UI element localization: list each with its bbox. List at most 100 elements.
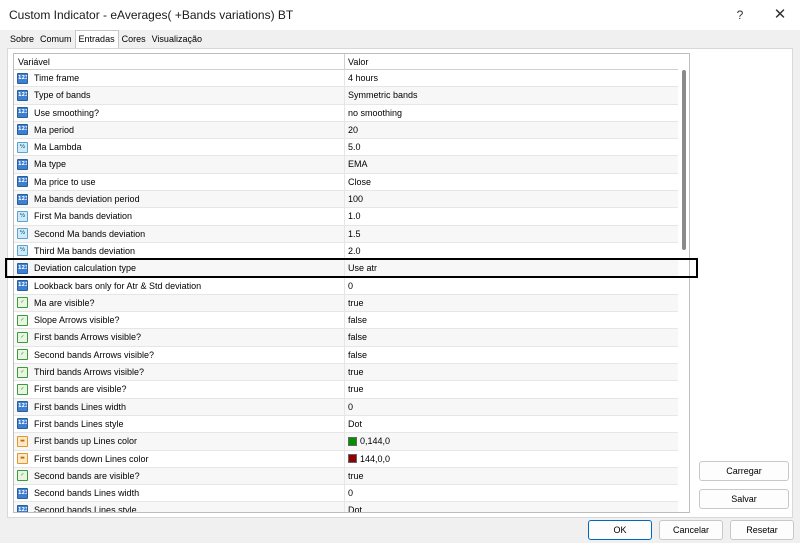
load-button[interactable]: Carregar	[699, 461, 789, 481]
parameter-value-text: 4 hours	[348, 73, 379, 83]
close-button[interactable]: ✕	[768, 5, 792, 25]
table-row[interactable]: ✓ Second bands Arrows visible? false	[14, 346, 678, 365]
parameter-value[interactable]: 4 hours	[348, 73, 378, 83]
parameter-value[interactable]: 100	[348, 194, 363, 204]
parameter-value[interactable]: false	[348, 332, 367, 342]
parameter-value[interactable]: 0	[348, 402, 353, 412]
parameter-value-text: true	[348, 297, 364, 308]
table-row[interactable]: 123 Ma bands deviation period 100	[14, 191, 678, 209]
parameter-name: First Ma bands deviation	[34, 211, 133, 222]
color-icon: ▬	[17, 453, 28, 465]
parameter-value[interactable]: true	[348, 471, 364, 481]
column-header-variable[interactable]: Variável	[18, 57, 50, 67]
reset-button[interactable]: Resetar	[730, 520, 794, 540]
parameter-value-text: false	[348, 315, 368, 326]
integer-icon: 123	[17, 504, 28, 512]
double-icon: ½	[17, 210, 28, 222]
inputs-grid: Variável Valor 123 Time frame 4 hours 123 Ty…	[13, 53, 690, 513]
integer-icon: 123	[17, 176, 28, 188]
parameter-value[interactable]: true	[348, 367, 364, 377]
parameter-value-text: 100	[348, 194, 364, 205]
save-button[interactable]: Salvar	[699, 489, 789, 509]
integer-icon: 123	[17, 107, 28, 119]
table-row[interactable]: 123 Ma type EMA	[14, 156, 678, 174]
parameter-value[interactable]: false	[348, 315, 367, 325]
parameter-value[interactable]: 144,0,0	[348, 454, 390, 464]
table-row[interactable]: 123 Ma period 20	[14, 121, 678, 140]
parameter-value[interactable]: no smoothing	[348, 108, 402, 118]
parameter-value-text: Close	[348, 176, 372, 187]
column-divider	[344, 191, 345, 208]
parameter-name: Ma period	[34, 124, 75, 135]
table-row[interactable]: ✓ Slope Arrows visible? false	[14, 312, 678, 330]
parameter-value-text: 0,144,0	[360, 436, 391, 447]
tab-comum[interactable]: Comum	[37, 32, 75, 48]
parameter-value-text: Dot	[348, 505, 363, 513]
table-row[interactable]: ½ Second Ma bands deviation 1.5	[14, 225, 678, 243]
table-row[interactable]: ▬ First bands up Lines color 0,144,0	[14, 433, 678, 451]
column-header-value[interactable]: Valor	[348, 57, 368, 67]
table-row[interactable]: ✓ Third bands Arrows visible? true	[14, 364, 678, 382]
table-row[interactable]: ✓ Second bands are visible? true	[14, 467, 678, 486]
table-row[interactable]: ½ First Ma bands deviation 1.0	[14, 208, 678, 226]
parameter-value[interactable]: Dot	[348, 419, 362, 429]
vertical-scrollbar[interactable]	[678, 54, 689, 512]
tab-visualiza-o[interactable]: Visualização	[149, 32, 205, 48]
parameter-value[interactable]: EMA	[348, 159, 368, 169]
parameter-value[interactable]: 20	[348, 125, 358, 135]
table-row[interactable]: 123 First bands Lines width 0	[14, 398, 678, 416]
parameter-value[interactable]: Symmetric bands	[348, 90, 418, 100]
parameter-name: Ma Lambda	[34, 142, 82, 153]
table-row[interactable]: 123 Use smoothing? no smoothing	[14, 104, 678, 122]
double-icon: ½	[17, 228, 28, 240]
table-row[interactable]: 123 Deviation calculation type Use atr	[14, 260, 678, 278]
parameter-value-text: 5.0	[348, 142, 361, 153]
help-button[interactable]: ?	[728, 5, 752, 25]
table-row[interactable]: ▬ First bands down Lines color 144,0,0	[14, 450, 678, 468]
parameter-value[interactable]: Use atr	[348, 263, 377, 273]
tab-entradas[interactable]: Entradas	[74, 30, 119, 48]
table-row[interactable]: ½ Third Ma bands deviation 2.0	[14, 242, 678, 261]
table-row[interactable]: ✓ First bands Arrows visible? false	[14, 329, 678, 347]
parameter-value-text: 20	[348, 124, 359, 135]
parameter-value[interactable]: 0,144,0	[348, 436, 390, 446]
parameter-value[interactable]: 1.0	[348, 211, 361, 221]
table-row[interactable]: 123 Lookback bars only for Atr & Std devi…	[14, 277, 678, 295]
table-row[interactable]: 123 Ma price to use Close	[14, 173, 678, 192]
tab-sobre[interactable]: Sobre	[7, 32, 37, 48]
column-divider	[344, 104, 345, 121]
column-divider	[344, 277, 345, 294]
table-row[interactable]: ½ Ma Lambda 5.0	[14, 139, 678, 157]
parameter-value[interactable]: Close	[348, 177, 371, 187]
color-swatch[interactable]	[348, 454, 357, 464]
cancel-button[interactable]: Cancelar	[659, 520, 723, 540]
parameter-value[interactable]: 5.0	[348, 142, 361, 152]
parameter-value[interactable]: false	[348, 350, 367, 360]
table-row[interactable]: ✓ First bands are visible? true	[14, 381, 678, 399]
column-divider	[344, 173, 345, 191]
column-divider[interactable]	[344, 54, 345, 70]
parameter-value[interactable]: 2.0	[348, 246, 361, 256]
table-row[interactable]: 123 Second bands Lines style Dot	[14, 502, 678, 513]
table-row[interactable]: ✓ Ma are visible? true	[14, 294, 678, 313]
column-divider	[344, 208, 345, 225]
parameter-value[interactable]: 0	[348, 281, 353, 291]
parameter-value-text: 0	[348, 488, 354, 499]
title-bar: Custom Indicator - eAverages( +Bands var…	[0, 0, 800, 30]
parameter-value[interactable]: true	[348, 298, 364, 308]
scrollbar-thumb[interactable]	[682, 70, 686, 250]
parameter-value[interactable]: 1.5	[348, 229, 361, 239]
parameter-value-text: 0	[348, 401, 354, 412]
table-row[interactable]: 123 Second bands Lines width 0	[14, 485, 678, 503]
parameter-name: Ma are visible?	[34, 297, 95, 308]
parameter-value[interactable]: 0	[348, 488, 353, 498]
parameter-value[interactable]: Dot	[348, 505, 363, 513]
table-row[interactable]: 123 Type of bands Symmetric bands	[14, 87, 678, 105]
table-row[interactable]: 123 First bands Lines style Dot	[14, 415, 678, 434]
parameter-value-text: 1.0	[348, 211, 361, 222]
tab-cores[interactable]: Cores	[119, 32, 149, 48]
ok-button[interactable]: OK	[588, 520, 652, 540]
color-swatch[interactable]	[348, 436, 357, 446]
parameter-value[interactable]: true	[348, 384, 364, 394]
table-row[interactable]: 123 Time frame 4 hours	[14, 70, 678, 88]
